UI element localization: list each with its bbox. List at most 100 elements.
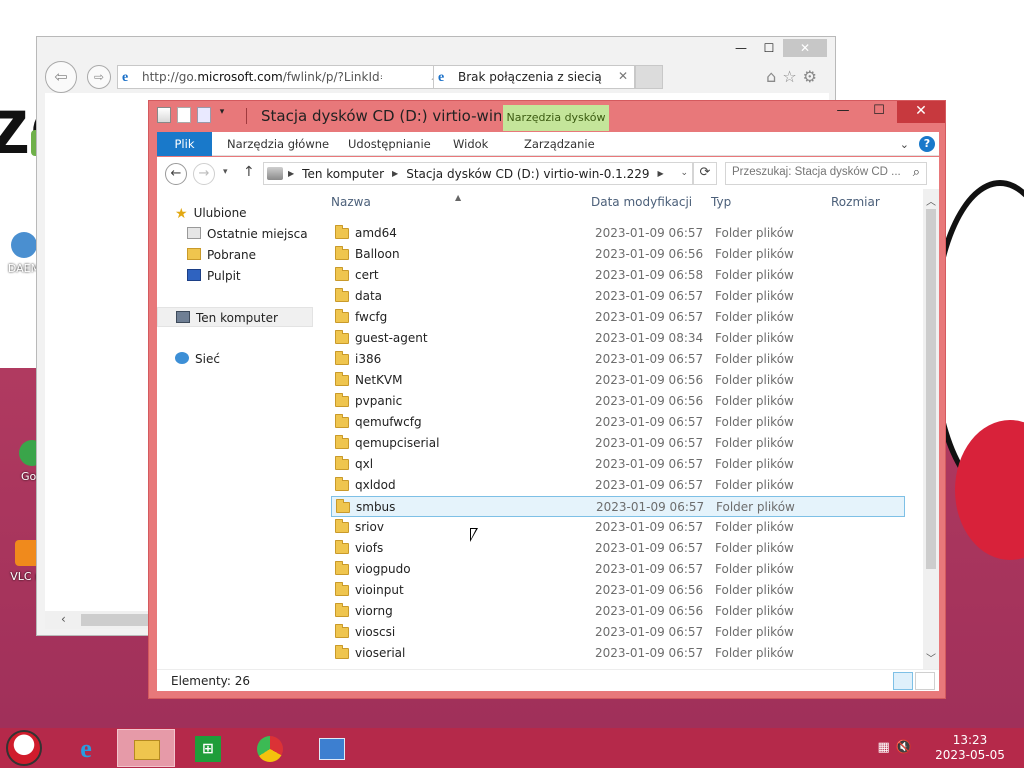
scroll-thumb[interactable] xyxy=(926,209,936,569)
table-row[interactable]: amd64 2023-01-09 06:57 Folder plików xyxy=(331,223,905,244)
row-name: i386 xyxy=(355,352,382,366)
new-document-icon[interactable] xyxy=(177,107,191,123)
clock[interactable]: 13:23 2023-05-05 xyxy=(930,733,1010,763)
taskbar-store[interactable]: ⊞ xyxy=(178,729,236,767)
vertical-scrollbar[interactable]: ︿ ﹀ xyxy=(923,189,939,669)
new-folder-icon[interactable] xyxy=(197,107,211,123)
row-name: vioinput xyxy=(355,583,404,597)
recent-locations-dropdown-icon[interactable]: ▾ xyxy=(223,167,228,177)
table-row[interactable]: sriov 2023-01-09 06:57 Folder plików xyxy=(331,517,905,538)
ie-close-button[interactable]: ✕ xyxy=(783,39,827,57)
start-button[interactable] xyxy=(6,730,46,766)
table-row[interactable]: vioinput 2023-01-09 06:56 Folder plików xyxy=(331,580,905,601)
help-icon[interactable]: ? xyxy=(919,136,935,152)
ie-maximize-button[interactable]: ☐ xyxy=(755,39,783,57)
column-header-date[interactable]: Data modyfikacji xyxy=(591,195,692,215)
table-row[interactable]: guest-agent 2023-01-09 08:34 Folder plików xyxy=(331,328,905,349)
taskbar-remote-desktop[interactable] xyxy=(302,729,360,767)
table-row[interactable]: i386 2023-01-09 06:57 Folder plików xyxy=(331,349,905,370)
breadcrumb-separator-icon[interactable]: ▶ xyxy=(392,167,398,181)
table-row[interactable]: fwcfg 2023-01-09 06:57 Folder plików xyxy=(331,307,905,328)
column-header-type[interactable]: Typ xyxy=(711,195,731,215)
row-name: amd64 xyxy=(355,226,397,240)
gear-icon[interactable]: ⚙ xyxy=(803,67,823,86)
search-box[interactable]: ⌕ xyxy=(725,162,927,185)
refresh-button[interactable]: ⟳ xyxy=(693,162,717,185)
tab-share[interactable]: Udostępnianie xyxy=(348,132,431,156)
tab-file[interactable]: Plik xyxy=(157,132,212,156)
ie-tab[interactable]: e Brak połączenia z siecią ✕ xyxy=(433,65,635,89)
tab-view[interactable]: Widok xyxy=(453,132,488,156)
tab-manage[interactable]: Zarządzanie xyxy=(524,132,595,156)
table-row[interactable]: pvpanic 2023-01-09 06:56 Folder plików xyxy=(331,391,905,412)
ie-address-bar[interactable]: e http://go.microsoft.com/fwlink/p/?Link… xyxy=(117,65,467,89)
column-header-name[interactable]: Nazwa ▲ xyxy=(331,193,581,215)
folder-icon xyxy=(335,225,349,239)
nav-downloads[interactable]: Pobrane xyxy=(187,245,256,265)
search-input[interactable] xyxy=(732,166,904,178)
table-row[interactable]: data 2023-01-09 06:57 Folder plików xyxy=(331,286,905,307)
network-status-icon[interactable]: ▦ xyxy=(878,740,896,755)
address-bar[interactable]: ▶ Ten komputer ▶ Stacja dysków CD (D:) v… xyxy=(263,162,693,185)
table-row[interactable]: smbus 2023-01-09 06:57 Folder plików xyxy=(331,496,905,517)
ie-scroll-thumb[interactable] xyxy=(81,614,151,626)
table-row[interactable]: qxl 2023-01-09 06:57 Folder plików xyxy=(331,454,905,475)
scroll-left-icon[interactable]: ‹ xyxy=(61,612,66,626)
table-row[interactable]: NetKVM 2023-01-09 06:56 Folder plików xyxy=(331,370,905,391)
table-row[interactable]: viogpudo 2023-01-09 06:57 Folder plików xyxy=(331,559,905,580)
ie-back-button[interactable]: ⇦ xyxy=(45,61,77,93)
nav-desktop[interactable]: Pulpit xyxy=(187,266,241,286)
explorer-titlebar[interactable]: ▾ Stacja dysków CD (D:) virtio-win-0....… xyxy=(149,101,945,131)
home-icon[interactable]: ⌂ xyxy=(766,67,782,86)
taskbar-internet-explorer[interactable]: e xyxy=(56,729,114,767)
properties-icon[interactable] xyxy=(157,107,171,123)
taskbar-chrome[interactable] xyxy=(240,729,298,767)
folder-icon xyxy=(335,330,349,344)
close-button[interactable]: ✕ xyxy=(897,101,945,123)
nav-recent-places[interactable]: Ostatnie miejsca xyxy=(187,224,308,244)
nav-this-pc[interactable]: Ten komputer xyxy=(157,307,313,327)
ie-forward-button[interactable]: ⇨ xyxy=(87,65,111,89)
qat-dropdown-icon[interactable]: ▾ xyxy=(217,107,227,123)
breadcrumb-separator-icon[interactable]: ▶ xyxy=(658,167,664,181)
minimize-button[interactable]: — xyxy=(825,101,861,123)
back-button[interactable]: ← xyxy=(165,163,187,185)
volume-muted-icon[interactable]: 🔇 xyxy=(896,740,918,755)
large-icons-view-button[interactable] xyxy=(915,672,935,690)
table-row[interactable]: qemufwcfg 2023-01-09 06:57 Folder plików xyxy=(331,412,905,433)
ie-new-tab-button[interactable] xyxy=(635,65,663,89)
breadcrumb-this-pc[interactable]: Ten komputer xyxy=(302,167,384,181)
table-row[interactable]: cert 2023-01-09 06:58 Folder plików xyxy=(331,265,905,286)
breadcrumb-cd-drive[interactable]: Stacja dysków CD (D:) virtio-win-0.1.229 xyxy=(406,167,649,181)
table-row[interactable]: vioscsi 2023-01-09 06:57 Folder plików xyxy=(331,622,905,643)
search-icon[interactable]: ⌕ xyxy=(913,165,920,180)
folder-icon xyxy=(335,582,349,596)
favorites-star-icon[interactable]: ☆ xyxy=(782,67,802,86)
table-row[interactable]: Balloon 2023-01-09 06:56 Folder plików xyxy=(331,244,905,265)
table-row[interactable]: qemupciserial 2023-01-09 06:57 Folder plik… xyxy=(331,433,905,454)
taskbar-file-explorer[interactable] xyxy=(117,729,175,767)
nav-network[interactable]: Sieć xyxy=(175,349,220,369)
ie-toolbar-icons[interactable]: ⌂☆⚙ xyxy=(766,67,823,86)
table-row[interactable]: viofs 2023-01-09 06:57 Folder plików xyxy=(331,538,905,559)
nav-favorites[interactable]: ★ Ulubione xyxy=(175,203,247,223)
column-header-size[interactable]: Rozmiar xyxy=(831,195,880,215)
table-row[interactable]: qxldod 2023-01-09 06:57 Folder plików xyxy=(331,475,905,496)
tab-home[interactable]: Narzędzia główne xyxy=(227,132,329,156)
folder-icon xyxy=(335,561,349,575)
ie-minimize-button[interactable]: — xyxy=(727,39,755,57)
table-row[interactable]: vioserial 2023-01-09 06:57 Folder plików xyxy=(331,643,905,664)
ie-caption-buttons: — ☐ ✕ xyxy=(727,39,827,57)
up-arrow-icon[interactable]: ↑ xyxy=(243,164,255,180)
table-row[interactable]: viorng 2023-01-09 06:56 Folder plików xyxy=(331,601,905,622)
maximize-button[interactable]: ☐ xyxy=(861,101,897,123)
scroll-up-icon[interactable]: ︿ xyxy=(926,193,936,208)
expand-ribbon-chevron-icon[interactable]: ⌄ xyxy=(900,138,909,151)
address-dropdown-icon[interactable]: ⌄ xyxy=(680,168,688,178)
ie-tab-close-icon[interactable]: ✕ xyxy=(618,69,628,83)
ie-horizontal-scrollbar[interactable]: ‹ xyxy=(45,611,155,629)
scroll-down-icon[interactable]: ﹀ xyxy=(926,650,936,665)
details-view-button[interactable] xyxy=(893,672,913,690)
breadcrumb-separator-icon[interactable]: ▶ xyxy=(288,167,294,181)
forward-button[interactable]: → xyxy=(193,163,215,185)
